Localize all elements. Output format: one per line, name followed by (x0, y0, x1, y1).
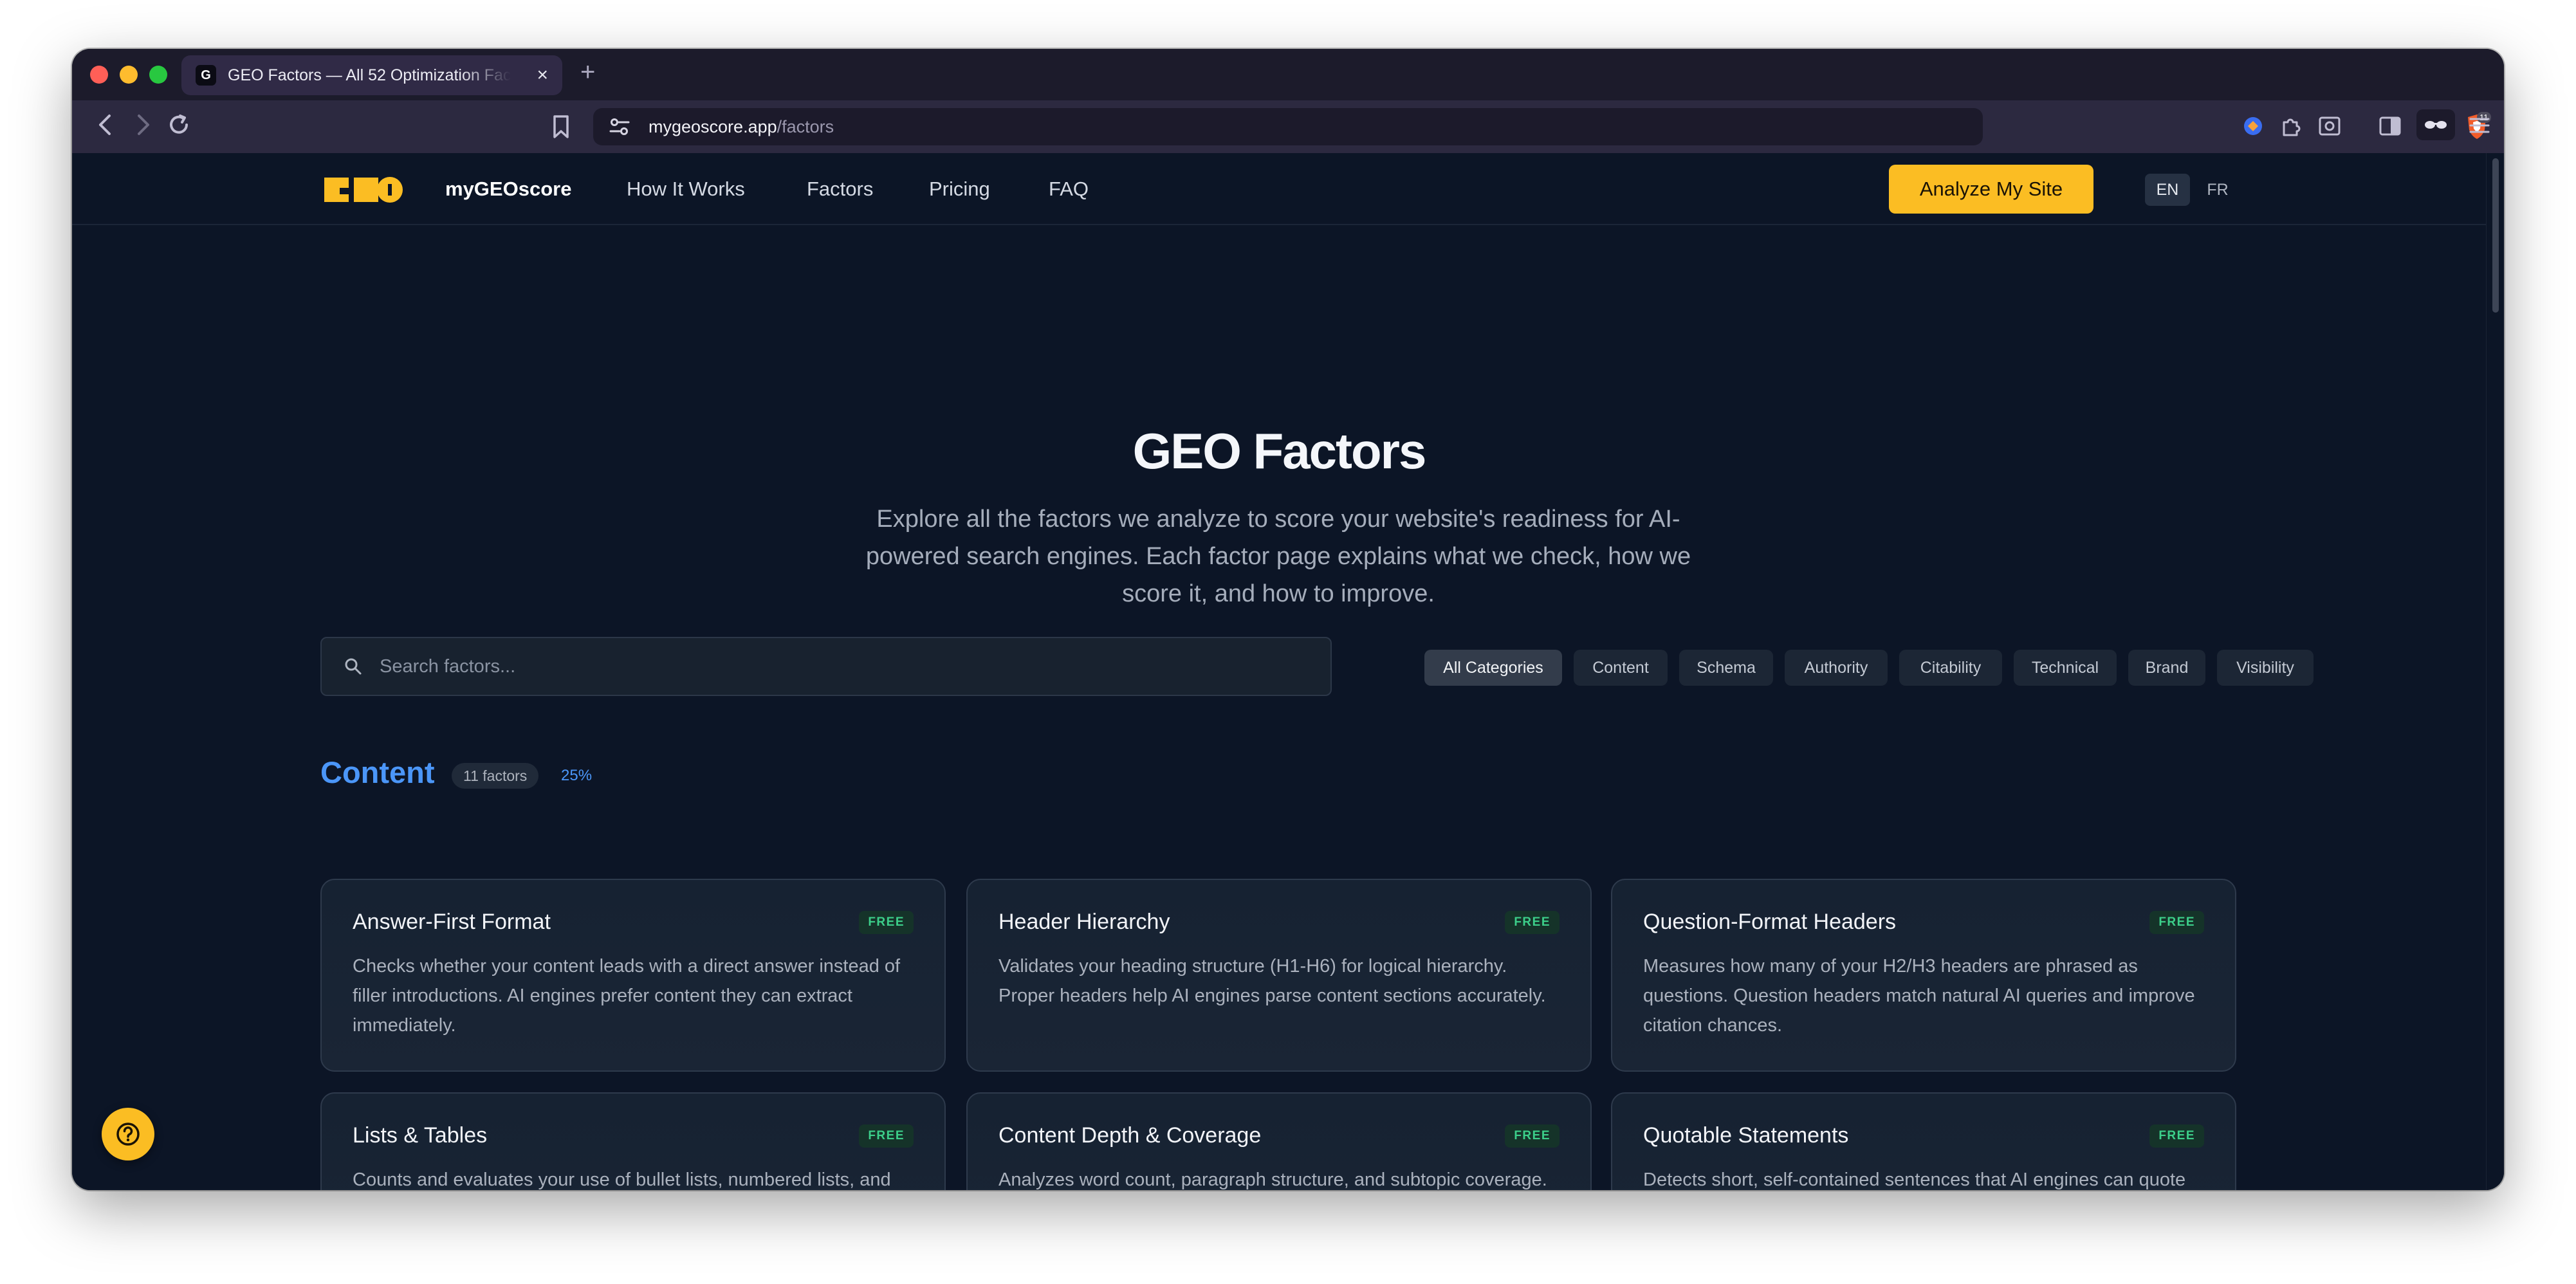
search-icon (345, 658, 362, 675)
free-badge: FREE (2149, 1124, 2204, 1148)
search-input[interactable] (380, 656, 1280, 677)
free-badge: FREE (2149, 911, 2204, 934)
url-host: mygeoscore.app (649, 116, 777, 136)
page-scrollbar[interactable] (2486, 153, 2504, 1190)
minimize-window-button[interactable] (120, 66, 138, 84)
new-tab-icon[interactable]: + (580, 58, 595, 87)
brand-name[interactable]: myGEOscore (445, 178, 571, 201)
search-box[interactable] (320, 637, 1332, 696)
card-description: Detects short, self-contained sentences … (1643, 1169, 2186, 1190)
url-field[interactable]: mygeoscore.app/factors 11 (593, 108, 2491, 145)
site-settings-icon[interactable] (609, 117, 630, 136)
help-button[interactable] (102, 1108, 154, 1160)
page-subtitle: Explore all the factors we analyze to sc… (865, 506, 1691, 607)
nav-how-it-works[interactable]: How It Works (627, 178, 745, 201)
free-badge: FREE (1505, 1124, 1559, 1148)
url-path: /factors (777, 116, 834, 136)
filter-all-categories[interactable]: All Categories (1424, 650, 1562, 686)
factor-card-header-hierarchy[interactable]: Header Hierarchy FREE Validates your hea… (966, 879, 1592, 1072)
menu-icon[interactable] (2468, 115, 2491, 140)
tab-title: GEO Factors — All 52 Optimization Factor… (228, 66, 511, 84)
forward-icon[interactable] (131, 112, 154, 142)
card-description: Counts and evaluates your use of bullet … (353, 1169, 891, 1190)
nav-faq[interactable]: FAQ (1049, 178, 1089, 201)
bookmark-icon[interactable] (551, 115, 571, 142)
section-count-badge: 11 factors (452, 763, 539, 789)
filter-visibility[interactable]: Visibility (2217, 650, 2314, 686)
filter-content[interactable]: Content (1574, 650, 1668, 686)
tab-bar: G GEO Factors — All 52 Optimization Fact… (72, 49, 2504, 100)
lang-fr-button[interactable]: FR (2195, 174, 2240, 206)
free-badge: FREE (859, 1124, 914, 1148)
free-badge: FREE (1505, 911, 1559, 934)
card-title: Quotable Statements (1643, 1123, 1849, 1148)
filter-brand[interactable]: Brand (2128, 650, 2205, 686)
close-tab-icon[interactable]: × (537, 66, 548, 85)
card-description: Checks whether your content leads with a… (353, 956, 901, 1036)
sidebar-toggle-icon[interactable] (2378, 115, 2402, 141)
browser-window: G GEO Factors — All 52 Optimization Fact… (72, 49, 2504, 1190)
favicon-icon: G (196, 65, 216, 86)
screenshot-icon[interactable] (2317, 115, 2342, 141)
analyze-my-site-button[interactable]: Analyze My Site (1889, 165, 2093, 214)
wallet-icon[interactable] (2241, 115, 2265, 141)
card-title: Answer-First Format (353, 910, 551, 934)
maximize-window-button[interactable] (149, 66, 167, 84)
card-description: Measures how many of your H2/H3 headers … (1643, 956, 2195, 1036)
nav-factors[interactable]: Factors (807, 178, 873, 201)
back-icon[interactable] (94, 112, 117, 142)
factor-card-question-format-headers[interactable]: Question-Format Headers FREE Measures ho… (1611, 879, 2236, 1072)
nav-pricing[interactable]: Pricing (929, 178, 990, 201)
factor-card-lists-tables[interactable]: Lists & Tables FREE Counts and evaluates… (320, 1092, 946, 1190)
help-icon (116, 1123, 140, 1146)
page-content: myGEOscore How It Works Factors Pricing … (72, 153, 2486, 1190)
card-title: Header Hierarchy (998, 910, 1170, 934)
section-weight: 25% (561, 767, 593, 784)
filter-technical[interactable]: Technical (2014, 650, 2117, 686)
browser-tab-active[interactable]: G GEO Factors — All 52 Optimization Fact… (181, 55, 562, 95)
card-description: Analyzes word count, paragraph structure… (998, 1169, 1547, 1190)
card-title: Question-Format Headers (1643, 910, 1897, 934)
close-window-button[interactable] (90, 66, 108, 84)
card-description: Validates your heading structure (H1-H6)… (998, 956, 1546, 1006)
reload-icon[interactable] (166, 112, 192, 142)
factor-card-answer-first-format[interactable]: Answer-First Format FREE Checks whether … (320, 879, 946, 1072)
extensions-icon[interactable] (2279, 115, 2303, 142)
card-title: Content Depth & Coverage (998, 1123, 1262, 1148)
card-title: Lists & Tables (353, 1123, 488, 1148)
filter-citability[interactable]: Citability (1899, 650, 2002, 686)
site-header: myGEOscore How It Works Factors Pricing … (72, 153, 2486, 225)
window-controls (90, 66, 167, 84)
lang-en-button[interactable]: EN (2145, 174, 2190, 206)
section-title-content: Content (320, 755, 435, 789)
reader-mode-icon[interactable] (2416, 109, 2455, 140)
address-bar: mygeoscore.app/factors 11 (72, 100, 2504, 153)
page-title: GEO Factors (1132, 423, 1427, 479)
factor-card-content-depth-coverage[interactable]: Content Depth & Coverage FREE Analyzes w… (966, 1092, 1592, 1190)
free-badge: FREE (859, 911, 914, 934)
factor-card-quotable-statements[interactable]: Quotable Statements FREE Detects short, … (1611, 1092, 2236, 1190)
scrollbar-thumb[interactable] (2492, 158, 2499, 313)
geo-logo-icon[interactable] (322, 172, 405, 209)
filter-authority[interactable]: Authority (1785, 650, 1888, 686)
filter-schema[interactable]: Schema (1679, 650, 1773, 686)
